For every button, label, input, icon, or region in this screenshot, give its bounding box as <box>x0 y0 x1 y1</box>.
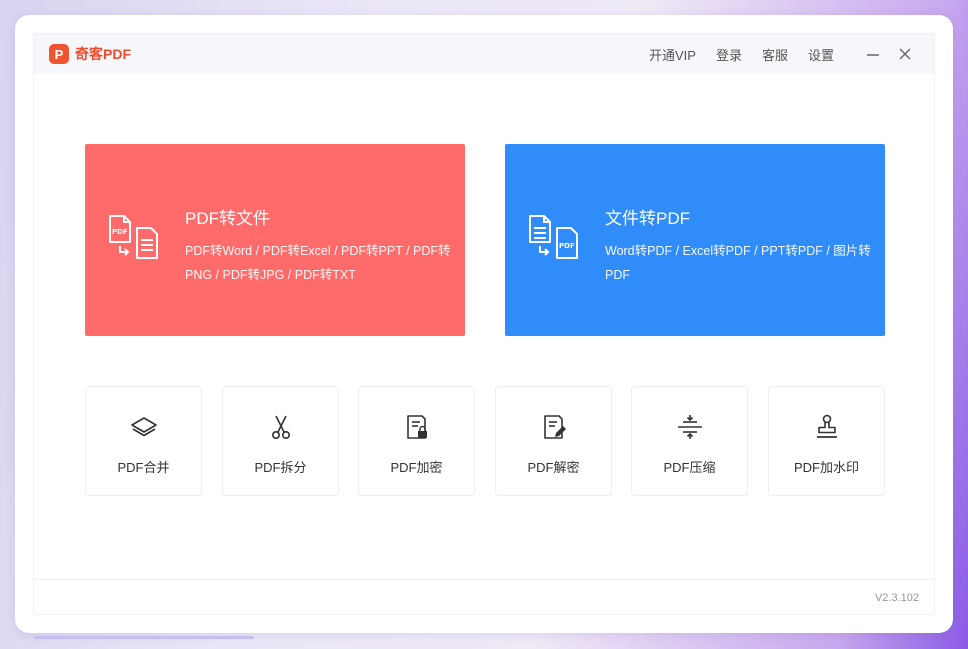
tool-pdf-compress[interactable]: PDF压缩 <box>631 386 748 496</box>
stamp-icon <box>817 414 837 438</box>
taskbar-progress <box>34 636 254 639</box>
app-logo: P 奇客PDF <box>49 44 131 64</box>
compress-icon <box>678 415 702 439</box>
file-to-pdf-icon: PDF <box>529 215 578 259</box>
title-bar: P 奇客PDF 开通VIP 登录 客服 设置 <box>34 34 934 74</box>
tool-label: PDF合并 <box>117 460 170 475</box>
file-lock-icon <box>407 415 427 439</box>
tool-label: PDF拆分 <box>254 460 307 475</box>
scissors-icon <box>272 415 291 439</box>
vip-link[interactable]: 开通VIP <box>649 45 696 64</box>
tool-pdf-split[interactable]: PDF拆分 <box>222 386 339 496</box>
pdf-to-file-card[interactable]: PDF PDF转文件 PDF转Word / PDF转Excel / PDF转PP… <box>85 144 465 336</box>
file-to-pdf-card[interactable]: PDF 文件转PDF Word转PDF / Excel转PDF / PPT转PD… <box>505 144 885 336</box>
file-edit-icon <box>544 415 566 439</box>
footer-divider <box>34 579 934 580</box>
pdf-to-file-icon: PDF <box>109 215 158 259</box>
file-to-pdf-desc: Word转PDF / Excel转PDF / PPT转PDF / 图片转PDF <box>605 244 871 282</box>
app-title: 奇客PDF <box>75 46 131 62</box>
top-nav: 开通VIP 登录 客服 设置 <box>649 34 834 74</box>
pdf-to-file-desc: PDF转Word / PDF转Excel / PDF转PPT / PDF转PNG… <box>185 244 451 282</box>
file-to-pdf-title: 文件转PDF <box>605 209 690 228</box>
svg-text:PDF: PDF <box>559 242 575 250</box>
tool-pdf-merge[interactable]: PDF合并 <box>85 386 202 496</box>
app-content: P 奇客PDF 开通VIP 登录 客服 设置 PDF PDF转文件 PDF转Wo… <box>33 33 935 615</box>
tool-label: PDF压缩 <box>663 460 716 475</box>
settings-link[interactable]: 设置 <box>808 45 834 64</box>
tool-label: PDF解密 <box>527 460 580 475</box>
app-window: P 奇客PDF 开通VIP 登录 客服 设置 PDF PDF转文件 PDF转Wo… <box>15 15 953 633</box>
layers-icon <box>131 417 157 437</box>
tool-pdf-decrypt[interactable]: PDF解密 <box>495 386 612 496</box>
tool-label: PDF加水印 <box>793 460 859 475</box>
login-link[interactable]: 登录 <box>716 45 742 64</box>
tool-pdf-watermark[interactable]: PDF加水印 <box>768 386 885 496</box>
service-link[interactable]: 客服 <box>762 45 788 64</box>
logo-icon: P <box>49 44 69 64</box>
close-icon[interactable] <box>896 45 914 63</box>
version-label: V2.3.102 <box>874 592 919 604</box>
pdf-to-file-title: PDF转文件 <box>185 209 270 228</box>
svg-text:PDF: PDF <box>112 228 128 236</box>
tool-label: PDF加密 <box>390 460 443 475</box>
minimize-icon[interactable] <box>864 45 882 63</box>
tool-pdf-encrypt[interactable]: PDF加密 <box>358 386 475 496</box>
